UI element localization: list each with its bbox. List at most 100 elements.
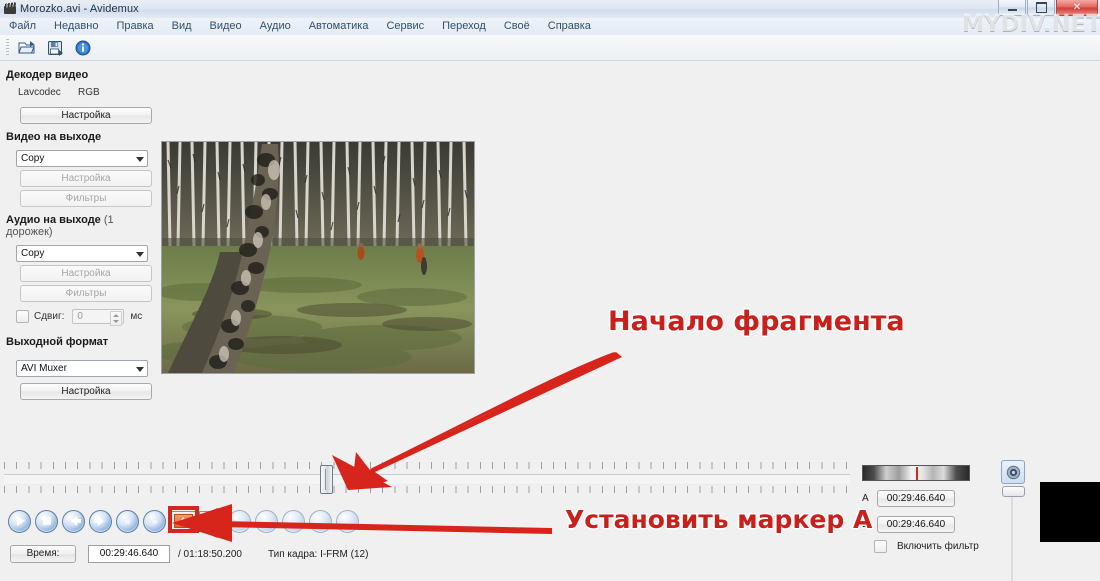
output-format-muxer-select[interactable]: AVI Muxer	[16, 360, 148, 377]
output-format-config-button[interactable]: Настройка	[20, 383, 152, 400]
frame-type-label: Тип кадра: I-FRM (12)	[267, 548, 369, 560]
left-settings-panel: Декодер видео Lavcodec RGB Настройка Вид…	[0, 62, 160, 460]
enable-filter-row: Включить фильтр	[874, 540, 992, 553]
video-output-codec-select[interactable]: Copy	[16, 150, 148, 167]
audio-output-title-main: Аудио на выходе	[6, 214, 101, 226]
annotation-set-marker-a: Установить маркер A	[565, 505, 873, 534]
video-output-config-button[interactable]: Настройка	[20, 170, 152, 187]
video-output-group-title: Видео на выходе	[6, 131, 102, 143]
play-button[interactable]	[8, 509, 31, 533]
marker-b-field[interactable]: 00:29:46.640	[877, 516, 955, 533]
title-bar: Morozko.avi - Avidemux ✕	[0, 0, 1100, 19]
preview-thumbnail-panel	[1040, 482, 1100, 542]
double-arrow-left-icon: «	[124, 514, 131, 528]
audio-shift-unit: мс	[130, 311, 143, 322]
watermark: MYDIV.NET	[962, 12, 1100, 37]
marker-a-field[interactable]: 00:29:46.640	[877, 490, 955, 507]
open-folder-icon	[18, 40, 35, 53]
film-clapper-icon	[4, 3, 16, 15]
set-marker-b-button[interactable]: B	[199, 510, 225, 532]
stepper-up-icon	[113, 313, 120, 317]
status-bar: Время: 00:29:46.640 / 01:18:50.200 Тип к…	[10, 545, 368, 563]
birch-forest-frame	[162, 142, 474, 373]
nav-button-9[interactable]	[228, 509, 251, 533]
menu-item-auto[interactable]: Автоматика	[300, 18, 378, 35]
audio-output-codec-select[interactable]: Copy	[16, 245, 148, 262]
menu-item-recent[interactable]: Недавно	[45, 18, 107, 35]
video-preview[interactable]	[161, 141, 475, 374]
chevron-down-icon	[136, 157, 144, 162]
menu-item-edit[interactable]: Правка	[107, 18, 162, 35]
menu-item-view[interactable]: Вид	[163, 18, 201, 35]
marker-a-row: A 00:29:46.640	[862, 490, 992, 507]
annotation-fragment-start: Начало фрагмента	[608, 306, 905, 337]
menu-item-goto[interactable]: Переход	[433, 18, 495, 35]
next-frame-button[interactable]	[89, 509, 112, 533]
info-button[interactable]	[70, 36, 96, 60]
audio-shift-row: Сдвиг: 0 мс	[16, 309, 160, 326]
marker-a-highlight-box	[168, 506, 199, 533]
marker-b-row: B: 00:29:46.640	[862, 516, 992, 533]
stepper-down-icon	[113, 320, 120, 324]
time-button[interactable]: Время:	[10, 545, 76, 563]
audio-output-codec-value: Copy	[21, 248, 45, 259]
toolbar	[0, 35, 1100, 61]
save-button[interactable]	[42, 36, 68, 60]
next-keyframe-button[interactable]: »	[143, 509, 166, 533]
audio-shift-input[interactable]: 0	[72, 309, 125, 326]
open-button[interactable]	[14, 36, 40, 60]
audio-shift-label: Сдвиг:	[34, 311, 65, 322]
timeline-track[interactable]	[4, 474, 850, 485]
save-floppy-icon	[47, 40, 63, 56]
meter-needle-icon	[916, 467, 918, 480]
stop-button[interactable]	[35, 509, 58, 533]
volume-control	[1001, 460, 1025, 581]
volume-knob[interactable]	[1002, 486, 1025, 497]
audio-shift-value: 0	[77, 311, 83, 322]
decoder-info-row: Lavcodec RGB	[0, 85, 160, 104]
nav-button-10[interactable]	[255, 509, 278, 533]
chevron-down-icon	[136, 367, 144, 372]
timeline-slider[interactable]	[4, 462, 850, 496]
speaker-button[interactable]	[1001, 460, 1025, 484]
audio-level-meter	[862, 465, 970, 481]
menu-bar: Файл Недавно Правка Вид Видео Аудио Авто…	[0, 18, 1100, 36]
nav-button-11[interactable]	[282, 509, 305, 533]
current-time-input[interactable]: 00:29:46.640	[88, 545, 170, 563]
double-arrow-right-icon: »	[151, 514, 158, 528]
chevron-down-icon	[136, 252, 144, 257]
previous-frame-button[interactable]	[62, 509, 85, 533]
arrow-right-icon	[93, 516, 104, 526]
audio-output-filters-button[interactable]: Фильтры	[20, 285, 152, 302]
marker-a-label: A	[862, 493, 869, 504]
output-format-group-title: Выходной формат	[6, 336, 109, 348]
video-output-filters-button[interactable]: Фильтры	[20, 190, 152, 207]
audio-shift-stepper[interactable]	[110, 311, 123, 326]
nav-button-13[interactable]	[336, 509, 359, 533]
nav-button-12[interactable]	[309, 509, 332, 533]
marker-panel: A 00:29:46.640 B: 00:29:46.640 Включить …	[862, 465, 992, 553]
timeline-handle[interactable]	[320, 465, 333, 494]
timeline-ticks-bottom	[4, 486, 850, 493]
decoder-group-title: Декодер видео	[6, 69, 89, 81]
audio-shift-checkbox[interactable]	[16, 310, 29, 323]
audio-output-config-button[interactable]: Настройка	[20, 265, 152, 282]
minimize-icon	[1007, 9, 1017, 11]
enable-filter-checkbox[interactable]	[874, 540, 887, 553]
volume-track[interactable]	[1011, 488, 1013, 581]
arrow-left-icon	[70, 516, 81, 526]
decoder-config-button[interactable]: Настройка	[20, 107, 152, 124]
avidemux-window: Morozko.avi - Avidemux ✕ Файл Недавно Пр…	[0, 0, 1100, 581]
previous-keyframe-button[interactable]: «	[116, 509, 139, 533]
total-duration-label: / 01:18:50.200	[178, 548, 242, 560]
menu-item-tools[interactable]: Сервис	[377, 18, 433, 35]
menu-item-video[interactable]: Видео	[201, 18, 251, 35]
menu-item-audio[interactable]: Аудио	[251, 18, 300, 35]
menu-item-file[interactable]: Файл	[0, 18, 45, 35]
stop-icon	[42, 517, 51, 525]
decoder-colorspace: RGB	[78, 87, 100, 98]
toolbar-grip[interactable]	[6, 38, 9, 57]
menu-item-help[interactable]: Справка	[539, 18, 600, 35]
window-title: Morozko.avi - Avidemux	[20, 3, 139, 15]
menu-item-custom[interactable]: Своё	[495, 18, 539, 35]
